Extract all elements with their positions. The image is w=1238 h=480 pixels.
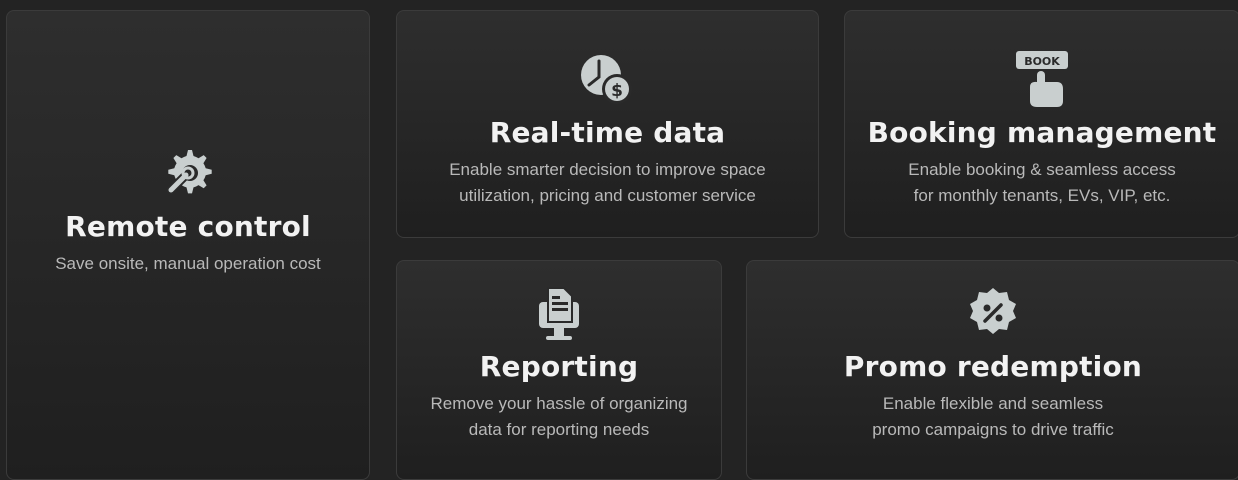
card-title: Remote control <box>65 209 311 243</box>
feature-card-promo-redemption: Promo redemption Enable flexible and sea… <box>746 260 1238 480</box>
percent-badge-icon <box>961 281 1025 345</box>
card-title: Reporting <box>479 349 639 383</box>
clock-dollar-icon: $ <box>575 47 639 111</box>
card-title: Booking management <box>867 115 1217 149</box>
feature-card-remote-control: Remote control Save onsite, manual opera… <box>6 10 370 480</box>
feature-card-reporting: Reporting Remove your hassle of organizi… <box>396 260 722 480</box>
gear-wrench-icon <box>156 141 220 205</box>
feature-card-real-time-data: $ Real-time data Enable smarter decision… <box>396 10 819 238</box>
card-title: Real-time data <box>489 115 726 149</box>
card-description: Remove your hassle of organizing data fo… <box>430 393 688 440</box>
card-description: Enable booking & seamless access for mon… <box>908 159 1176 206</box>
report-monitor-icon <box>527 281 591 345</box>
book-button-icon: BOOK <box>1010 47 1074 111</box>
card-title: Promo redemption <box>843 349 1143 383</box>
card-description: Enable flexible and seamless promo campa… <box>872 393 1114 440</box>
card-description: Save onsite, manual operation cost <box>55 253 321 273</box>
card-description: Enable smarter decision to improve space… <box>449 159 766 206</box>
svg-text:$: $ <box>612 81 624 101</box>
feature-card-booking-management: BOOK Booking management Enable booking &… <box>844 10 1238 238</box>
svg-text:BOOK: BOOK <box>1024 55 1060 68</box>
